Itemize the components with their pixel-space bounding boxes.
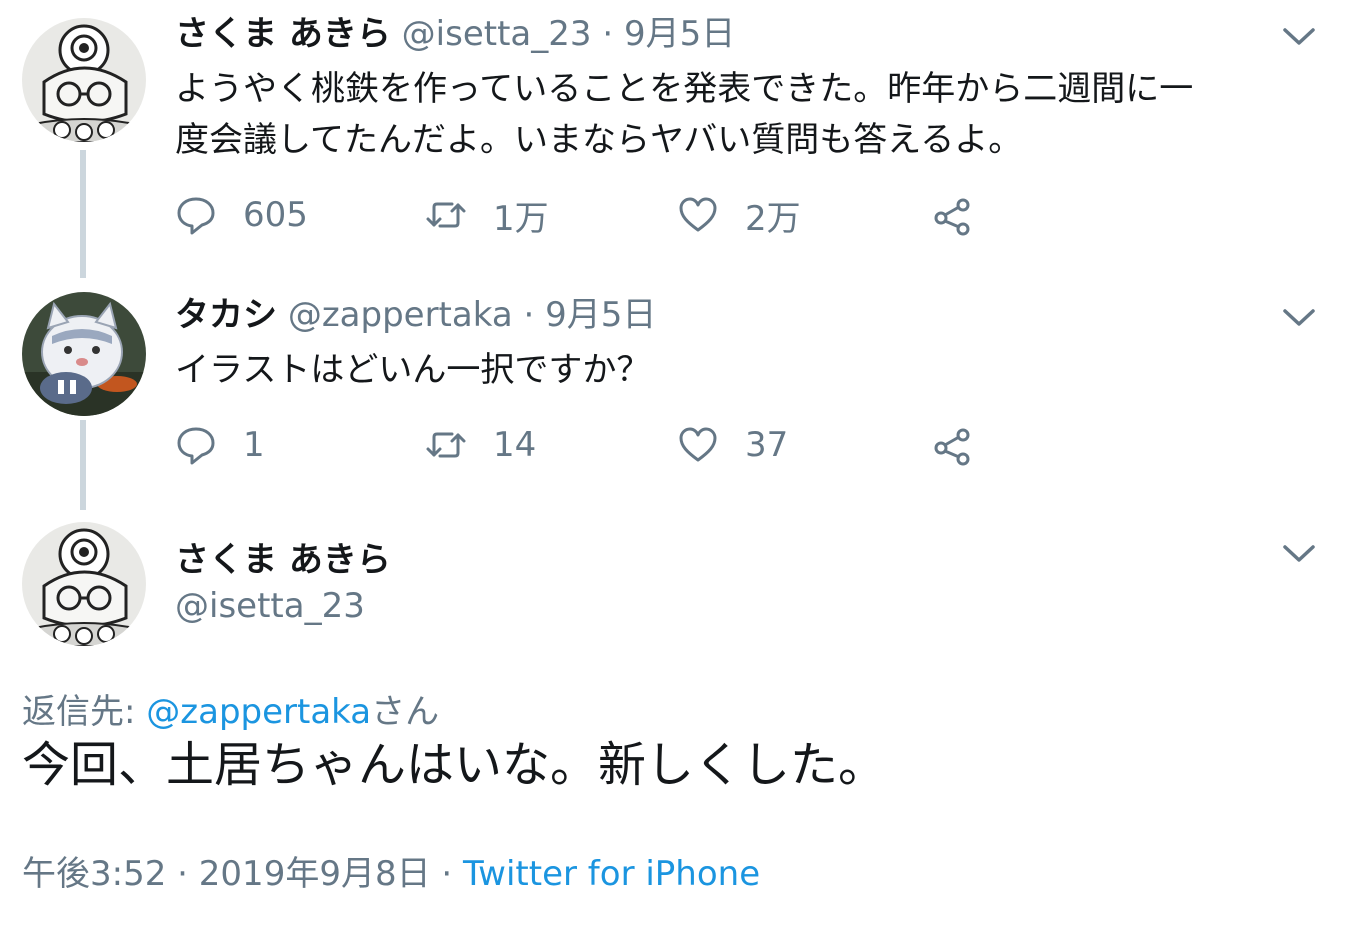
- tweet-date[interactable]: 9月5日: [624, 14, 735, 54]
- reply-button[interactable]: 1: [175, 420, 265, 470]
- reply-suffix: さん: [371, 692, 440, 732]
- reply-button[interactable]: 605: [175, 190, 308, 240]
- retweet-count: 1万: [493, 198, 549, 239]
- tweet-text-line: ようやく桃鉄を作っていることを発表できた。昨年から二週間に一: [175, 69, 1194, 109]
- avatar-sakuma[interactable]: [22, 522, 146, 646]
- avatar-takashi[interactable]: [22, 292, 146, 416]
- author-name[interactable]: さくま あきら: [175, 532, 391, 581]
- chevron-down-icon[interactable]: [1282, 24, 1316, 48]
- retweet-button[interactable]: 14: [425, 420, 536, 470]
- reply-icon: [177, 197, 215, 235]
- separator-dot: ·: [602, 14, 614, 54]
- reply-context: 返信先: @zappertakaさん: [22, 684, 439, 733]
- avatar-sakuma[interactable]: [22, 18, 146, 142]
- like-count: 37: [745, 425, 789, 465]
- tweet-actions: 605 1万 2万: [175, 190, 995, 240]
- reply-mention-link[interactable]: @zappertaka: [146, 692, 371, 732]
- retweet-icon: [426, 432, 466, 458]
- heart-icon: [679, 427, 717, 462]
- tweet-full-date[interactable]: 2019年9月8日: [199, 854, 431, 894]
- author-handle[interactable]: @isetta_23: [175, 586, 365, 626]
- separator-dot: ·: [523, 295, 535, 335]
- author-name[interactable]: さくま あきら: [175, 14, 391, 54]
- tweet-text: イラストはどいん一択ですか？: [175, 345, 1335, 396]
- author-handle[interactable]: @zappertaka: [288, 295, 513, 335]
- share-button[interactable]: [931, 420, 973, 470]
- retweet-count: 14: [493, 425, 537, 465]
- like-button[interactable]: 37: [677, 420, 788, 470]
- thread-line: [80, 150, 86, 278]
- reply-count: 605: [243, 195, 308, 235]
- like-count: 2万: [745, 198, 801, 239]
- tweet-source-link[interactable]: Twitter for iPhone: [463, 854, 760, 894]
- share-icon: [934, 428, 970, 466]
- tweet-text: ようやく桃鉄を作っていることを発表できた。昨年から二週間に一 度会議してたんだよ…: [175, 64, 1335, 166]
- author-name[interactable]: タカシ: [175, 295, 277, 335]
- tweet-date[interactable]: 9月5日: [545, 295, 656, 335]
- share-icon: [934, 198, 970, 236]
- author-handle[interactable]: @isetta_23: [402, 14, 592, 54]
- reply-icon: [177, 427, 215, 465]
- tweet-header: さくま あきら @isetta_23 · 9月5日: [175, 14, 735, 54]
- tweet-time[interactable]: 午後3:52: [22, 854, 166, 894]
- tweet-text-line: 度会議してたんだよ。いまならヤバい質問も答えるよ。: [175, 120, 1023, 160]
- heart-icon: [679, 197, 717, 232]
- reply-prefix: 返信先:: [22, 692, 147, 732]
- retweet-icon: [426, 202, 466, 228]
- share-button[interactable]: [931, 190, 973, 240]
- tweet-header: タカシ @zappertaka · 9月5日: [175, 295, 656, 335]
- separator-dot: ·: [441, 854, 453, 894]
- retweet-button[interactable]: 1万: [425, 190, 549, 240]
- focused-tweet-text: 今回、土居ちゃんはいな。新しくした。: [22, 737, 887, 793]
- chevron-down-icon[interactable]: [1282, 541, 1316, 565]
- tweet-actions: 1 14 37: [175, 420, 995, 470]
- separator-dot: ·: [177, 854, 188, 894]
- tweet-text-line: イラストはどいん一択ですか？: [175, 350, 651, 390]
- reply-count: 1: [243, 425, 265, 465]
- thread-line: [80, 420, 86, 510]
- tweet-meta: 午後3:52 · 2019年9月8日 · Twitter for iPhone: [22, 846, 760, 895]
- chevron-down-icon[interactable]: [1282, 305, 1316, 329]
- like-button[interactable]: 2万: [677, 190, 801, 240]
